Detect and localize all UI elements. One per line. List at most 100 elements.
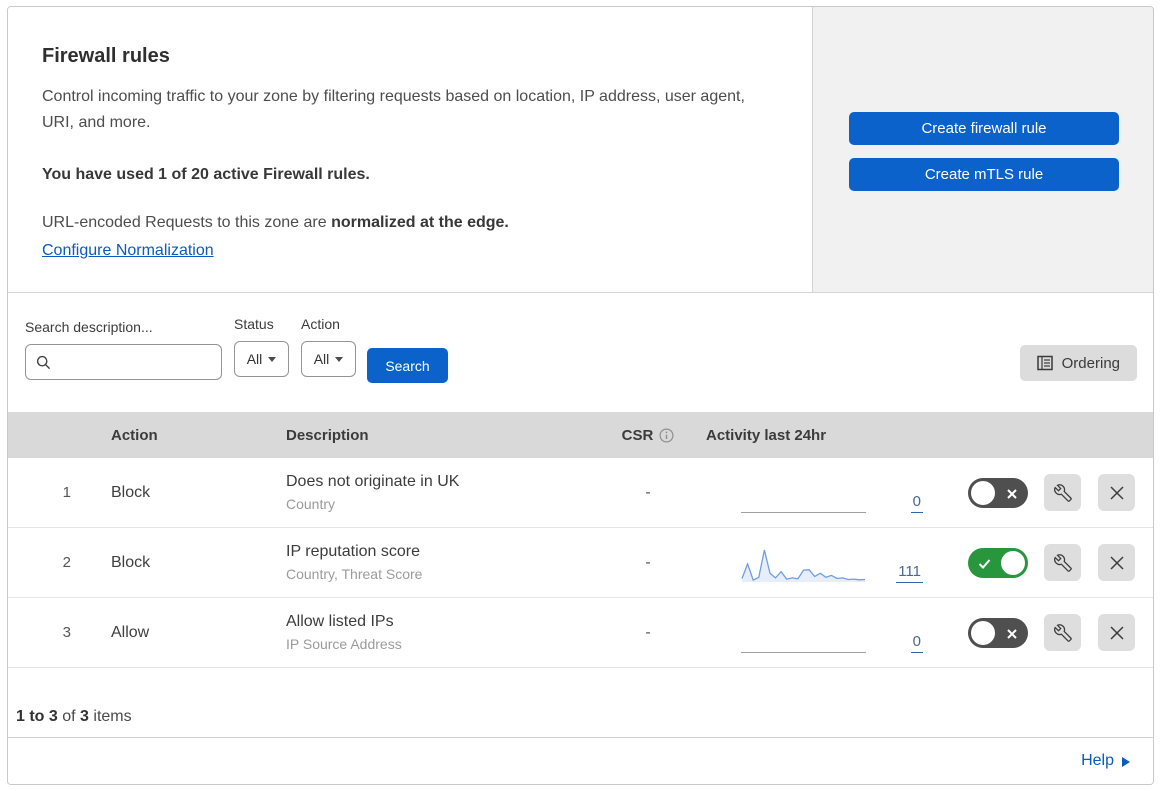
close-icon [1109, 485, 1125, 501]
table-header: Action Description CSR Activity last 24h… [8, 412, 1153, 458]
enable-toggle[interactable] [968, 547, 1028, 578]
close-icon [1109, 555, 1125, 571]
wrench-icon [1053, 623, 1072, 642]
action-dropdown[interactable]: All [301, 341, 356, 377]
delete-rule-button[interactable] [1098, 544, 1135, 581]
items-text: items [93, 708, 132, 725]
help-bar: Help [8, 738, 1153, 784]
activity-count-link[interactable]: 0 [910, 493, 923, 513]
create-firewall-rule-button[interactable]: Create firewall rule [849, 112, 1119, 145]
column-header-csr: CSR [622, 427, 675, 444]
rule-activity-cell: 111 [698, 543, 938, 583]
normalization-bold-text: normalized at the edge. [331, 214, 509, 231]
toggle-off-x-icon [1006, 487, 1018, 505]
rule-description: Allow listed IPs [286, 613, 394, 630]
toggle-knob [971, 480, 995, 505]
rule-toggle-cell [968, 477, 1028, 508]
table-row: 3 Allow Allow listed IPs IP Source Addre… [8, 598, 1153, 668]
wrench-icon [1053, 553, 1072, 572]
edit-rule-button[interactable] [1044, 474, 1081, 511]
rule-description-cell: Allow listed IPs IP Source Address [278, 613, 598, 652]
rule-actions-cell [1028, 614, 1153, 651]
search-input[interactable] [59, 353, 211, 371]
rule-description-cell: IP reputation score Country, Threat Scor… [278, 543, 598, 582]
pagination-summary: 1 to 3 of 3 items [8, 668, 1153, 738]
search-label: Search description... [25, 319, 153, 335]
list-document-icon [1036, 355, 1053, 371]
configure-normalization-link[interactable]: Configure Normalization [42, 242, 214, 259]
chevron-down-icon [335, 356, 344, 362]
toggle-on-check-icon [978, 557, 991, 575]
search-field[interactable] [25, 344, 222, 380]
column-header-action: Action [111, 426, 158, 444]
edit-rule-button[interactable] [1044, 544, 1081, 581]
toggle-knob [1001, 550, 1025, 575]
info-icon[interactable] [659, 427, 674, 443]
delete-rule-button[interactable] [1098, 474, 1135, 511]
search-button[interactable]: Search [367, 348, 448, 383]
action-label: Action [301, 316, 340, 332]
rule-action: Block [111, 483, 151, 501]
help-link-label: Help [1081, 752, 1114, 769]
rule-description: IP reputation score [286, 543, 421, 560]
normalization-note: URL-encoded Requests to this zone are no… [42, 214, 772, 232]
enable-toggle[interactable] [968, 477, 1028, 508]
column-header-description: Description [286, 426, 369, 444]
action-dropdown-value: All [313, 351, 330, 367]
rule-actions-cell [1028, 474, 1153, 511]
chevron-down-icon [268, 356, 277, 362]
usage-summary: You have used 1 of 20 active Firewall ru… [42, 166, 370, 183]
page-title: Firewall rules [42, 45, 170, 67]
intro-card: Firewall rules Control incoming traffic … [8, 7, 813, 292]
activity-count-link[interactable]: 0 [910, 633, 923, 653]
search-icon [36, 355, 51, 370]
arrow-right-icon [1122, 756, 1130, 767]
column-header-activity: Activity last 24hr [706, 426, 827, 444]
rule-activity-cell: 0 [698, 473, 938, 513]
rule-priority: 3 [62, 624, 71, 641]
search-group: Search description... [25, 319, 222, 380]
close-icon [1109, 625, 1125, 641]
rule-priority: 1 [62, 484, 71, 501]
rule-csr: - [645, 623, 651, 641]
status-dropdown[interactable]: All [234, 341, 289, 377]
rule-description: Does not originate in UK [286, 473, 460, 490]
create-mtls-rule-button[interactable]: Create mTLS rule [849, 158, 1119, 191]
activity-flatline [741, 477, 866, 513]
intro-section: Firewall rules Control incoming traffic … [8, 7, 1153, 293]
wrench-icon [1053, 483, 1072, 502]
rule-fields: IP Source Address [286, 636, 402, 652]
rule-actions-cell [1028, 544, 1153, 581]
status-label: Status [234, 316, 274, 332]
total-text: 3 [80, 708, 89, 725]
activity-sparkline [741, 547, 866, 583]
table-row: 1 Block Does not originate in UK Country… [8, 458, 1153, 528]
rule-fields: Country [286, 496, 336, 512]
delete-rule-button[interactable] [1098, 614, 1135, 651]
range-text: 1 to 3 [16, 708, 58, 725]
activity-count-link[interactable]: 111 [896, 563, 923, 583]
rule-fields: Country, Threat Score [286, 566, 423, 582]
help-link[interactable]: Help [1081, 752, 1130, 770]
filter-bar: Search description... Status All Action … [8, 293, 1153, 412]
status-filter-group: Status All [234, 316, 289, 377]
ordering-button-label: Ordering [1061, 354, 1120, 372]
edit-rule-button[interactable] [1044, 614, 1081, 651]
rule-toggle-cell [968, 617, 1028, 648]
rule-csr: - [645, 553, 651, 571]
status-dropdown-value: All [246, 351, 263, 367]
normalization-text: URL-encoded Requests to this zone are [42, 214, 332, 231]
rule-activity-cell: 0 [698, 613, 938, 653]
toggle-knob [971, 620, 995, 645]
csr-header-label: CSR [621, 426, 654, 444]
rule-priority: 2 [62, 554, 71, 571]
rule-action: Block [111, 553, 151, 571]
rule-csr: - [645, 483, 651, 501]
firewall-rules-panel: Firewall rules Control incoming traffic … [7, 6, 1154, 785]
of-text: of [62, 708, 76, 725]
ordering-button[interactable]: Ordering [1019, 345, 1137, 381]
page-description: Control incoming traffic to your zone by… [42, 88, 745, 131]
activity-flatline [741, 617, 866, 653]
rule-description-cell: Does not originate in UK Country [278, 473, 598, 512]
enable-toggle[interactable] [968, 617, 1028, 648]
